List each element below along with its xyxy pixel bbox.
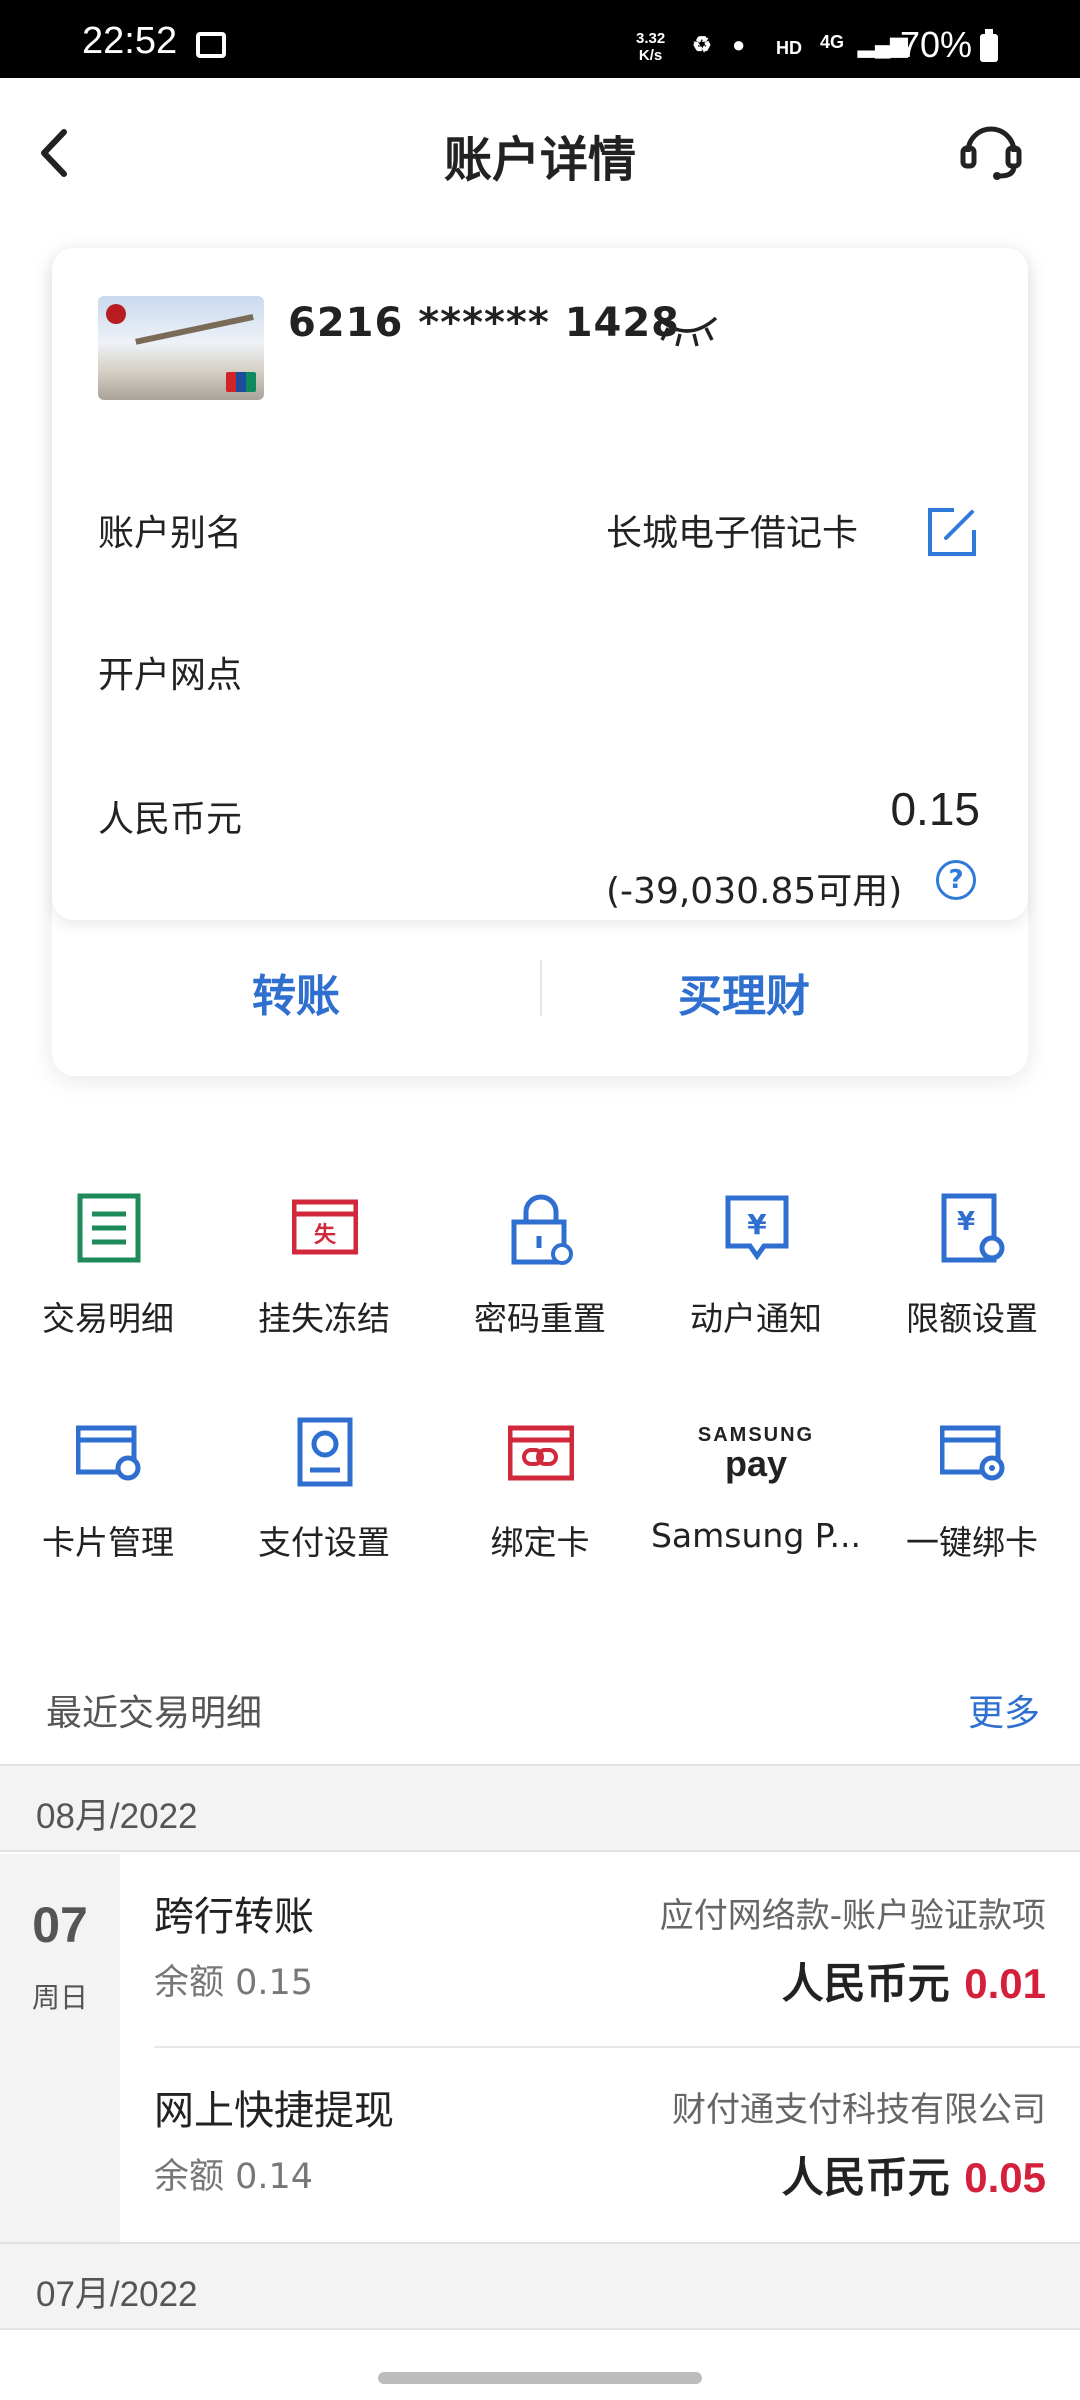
menu-samsung-pay[interactable]: SAMSUNG pay Samsung P... [648, 1416, 864, 1576]
unionpay-icon [226, 372, 256, 392]
action-divider [540, 960, 542, 1016]
month-header: 07月/2022 [0, 2242, 1080, 2330]
account-notice-icon: ¥ [725, 1195, 789, 1261]
samsung-pay-icon: SAMSUNG pay [688, 1424, 824, 1500]
svg-text:¥: ¥ [957, 1207, 975, 1237]
one-click-bind-icon [940, 1425, 1005, 1481]
transaction-row[interactable]: 跨行转账 余额 0.15 应付网络款-账户验证款项 人民币元 0.01 [120, 1854, 1080, 2048]
payment-settings-icon [297, 1417, 353, 1487]
battery-percent: 70% [900, 24, 973, 65]
card-management-icon [76, 1425, 141, 1481]
account-balance: 0.15 [890, 783, 980, 835]
menu-label: 一键绑卡 [906, 1523, 1038, 1562]
menu-label: 绑定卡 [490, 1523, 590, 1562]
transfer-button[interactable]: 转账 [146, 960, 446, 1024]
transaction-amount: 人民币元 0.05 [782, 2144, 1046, 2205]
bank-card-image [98, 296, 264, 400]
menu-limit-settings[interactable]: ¥ 限额设置 [864, 1192, 1080, 1352]
transaction-balance: 余额 0.14 [154, 2157, 314, 2197]
page-title: 账户详情 [443, 132, 636, 188]
gallery-icon [196, 32, 226, 58]
card-number: 6216 ****** 1428 [288, 300, 681, 346]
recent-transactions-title: 最近交易明细 [46, 1693, 263, 1734]
edit-icon[interactable] [924, 504, 980, 560]
customer-service-icon[interactable] [956, 114, 1026, 184]
menu-label: 支付设置 [258, 1523, 390, 1562]
recycle-icon: ♻ [692, 32, 712, 57]
day-number: 07 [32, 1897, 88, 1953]
app-header: 账户详情 [0, 78, 1080, 228]
menu-label: 卡片管理 [42, 1523, 174, 1562]
amount-value: 0.01 [964, 1960, 1046, 2007]
month-label: 07月/2022 [36, 2275, 198, 2314]
battery-icon [980, 29, 998, 62]
menu-label: 挂失冻结 [258, 1299, 390, 1338]
day-column: 07 周日 [0, 1854, 120, 2242]
menu-account-notice[interactable]: ¥ 动户通知 [648, 1192, 864, 1352]
help-icon[interactable]: ? [936, 860, 976, 900]
transaction-row[interactable]: 网上快捷提现 余额 0.14 财付通支付科技有限公司 人民币元 0.05 [120, 2048, 1080, 2242]
alias-value: 长城电子借记卡 [606, 513, 859, 554]
transaction-balance: 余额 0.15 [154, 1963, 314, 2003]
svg-text:失: 失 [314, 1223, 337, 1248]
menu-one-click-bind[interactable]: 一键绑卡 [864, 1416, 1080, 1576]
month-header: 08月/2022 [0, 1764, 1080, 1852]
menu-label: Samsung P... [650, 1516, 861, 1555]
transaction-amount: 人民币元 0.01 [782, 1950, 1046, 2011]
menu-label: 限额设置 [906, 1299, 1038, 1338]
transaction-name: 跨行转账 [154, 1894, 314, 1940]
menu-bind-card[interactable]: 绑定卡 [432, 1416, 648, 1576]
limit-settings-icon: ¥ [941, 1193, 1005, 1263]
menu-payment-settings[interactable]: 支付设置 [216, 1416, 432, 1576]
account-card: 6216 ****** 1428 账户别名 长城电子借记卡 开户网点 人民币元 … [52, 248, 1028, 1076]
day-weekday: 周日 [31, 1981, 88, 2014]
pay-logo-text: pay [724, 1443, 788, 1484]
buy-wealth-button[interactable]: 买理财 [594, 960, 894, 1024]
menu-transaction-detail[interactable]: 交易明细 [0, 1192, 216, 1352]
bank-logo-icon [106, 304, 126, 324]
branch-label: 开户网点 [98, 655, 243, 696]
hidden-eye-icon[interactable] [654, 310, 720, 350]
status-bar: 22:52 3.32 K/s ♻ ● HD 4G ▂▄▆ 70% [0, 0, 1080, 78]
menu-report-loss[interactable]: 失 挂失冻结 [216, 1192, 432, 1352]
more-link[interactable]: 更多 [968, 1684, 1040, 1736]
report-loss-icon: 失 [292, 1199, 358, 1255]
amount-currency: 人民币元 [781, 2153, 950, 2202]
transaction-counterparty: 财付通支付科技有限公司 [672, 2090, 1046, 2130]
transaction-counterparty: 应付网络款-账户验证款项 [659, 1896, 1046, 1936]
menu-label: 密码重置 [474, 1299, 606, 1338]
status-time: 22:52 [82, 20, 178, 62]
hd-badge: HD [776, 38, 802, 58]
menu-label: 交易明细 [42, 1299, 174, 1338]
location-icon: ● [732, 32, 746, 57]
bind-card-icon [508, 1425, 574, 1481]
svg-text:¥: ¥ [747, 1208, 767, 1241]
menu-password-reset[interactable]: 密码重置 [432, 1192, 648, 1352]
available-balance: (-39,030.85可用) [606, 871, 903, 912]
amount-currency: 人民币元 [781, 1959, 950, 2008]
alias-label: 账户别名 [98, 513, 243, 554]
network-type: 4G [820, 32, 845, 52]
month-label: 08月/2022 [36, 1797, 198, 1836]
net-speed: 3.32 K/s [636, 30, 666, 64]
currency-label: 人民币元 [98, 799, 243, 840]
password-reset-icon [511, 1194, 573, 1265]
account-info-panel: 6216 ****** 1428 账户别名 长城电子借记卡 开户网点 人民币元 … [52, 248, 1028, 920]
menu-label: 动户通知 [690, 1299, 822, 1338]
transaction-detail-icon [77, 1193, 141, 1263]
transaction-name: 网上快捷提现 [154, 2088, 394, 2134]
amount-value: 0.05 [964, 2154, 1046, 2201]
home-indicator[interactable] [378, 2372, 702, 2384]
great-wall-graphic [135, 313, 261, 379]
menu-card-management[interactable]: 卡片管理 [0, 1416, 216, 1576]
